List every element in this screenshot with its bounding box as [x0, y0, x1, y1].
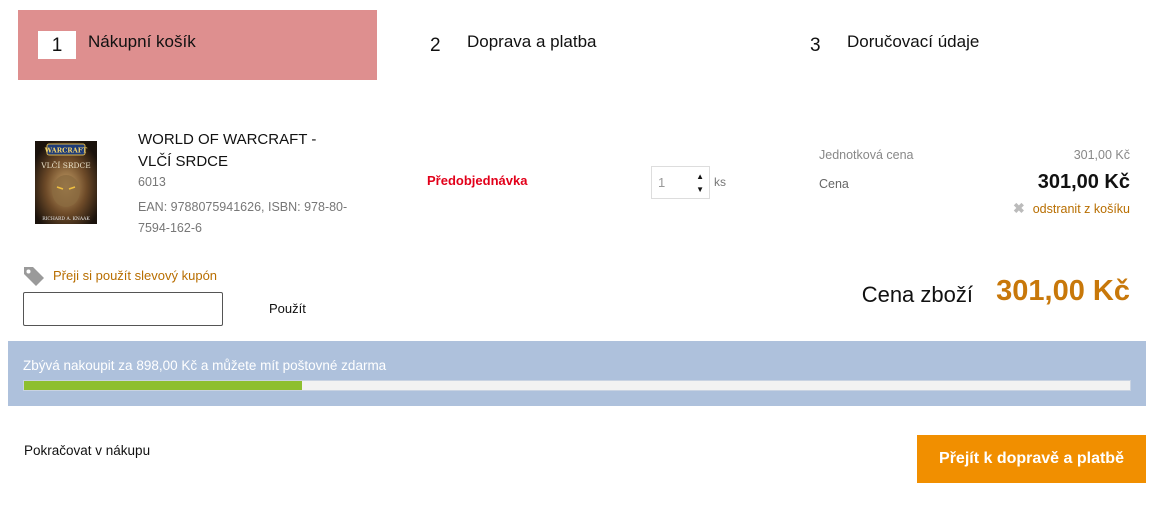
step-label: Nákupní košík — [88, 32, 196, 51]
product-code: 6013 — [138, 175, 166, 189]
product-cover-image[interactable]: WARCRAFT VLČÍ SRDCE RICHARD A. KNAAK — [35, 141, 97, 224]
product-ean-isbn: EAN: 9788075941626, ISBN: 978-80-7594-16… — [138, 200, 348, 235]
close-icon: ✖ — [1013, 200, 1025, 216]
quantity-input[interactable]: 1 — [658, 175, 665, 190]
unit-price-label: Jednotková cena — [819, 148, 914, 162]
free-shipping-progress-bar — [23, 380, 1131, 391]
cover-text-title: VLČÍ SRDCE — [40, 161, 91, 170]
free-shipping-panel: Zbývá nakoupit za 898,00 Kč a můžete mít… — [8, 341, 1146, 406]
step-number: 1 — [38, 31, 76, 59]
cover-text-author: RICHARD A. KNAAK — [42, 216, 90, 222]
step-shipping-payment[interactable]: 2 Doprava a platba — [420, 10, 760, 80]
total-value: 301,00 Kč — [996, 275, 1130, 307]
step-label: Doprava a platba — [467, 32, 597, 51]
apply-coupon-button[interactable]: Použít — [269, 301, 306, 316]
continue-shopping-link[interactable]: Pokračovat v nákupu — [24, 443, 150, 458]
price-label: Cena — [819, 177, 849, 191]
quantity-unit: ks — [714, 175, 726, 189]
coupon-toggle-link[interactable]: Přeji si použít slevový kupón — [53, 268, 217, 283]
increase-quantity-icon[interactable]: ▲ — [696, 173, 704, 181]
total-label: Cena zboží — [861, 282, 973, 307]
cover-text-brand: WARCRAFT — [44, 147, 88, 155]
availability-badge: Předobjednávka — [427, 173, 528, 188]
step-cart[interactable]: 1 Nákupní košík — [18, 10, 377, 80]
step-label: Doručovací údaje — [847, 32, 980, 51]
price-value: 301,00 Kč — [1037, 171, 1130, 193]
decrease-quantity-icon[interactable]: ▼ — [696, 186, 704, 194]
step-number: 2 — [430, 35, 441, 56]
product-title[interactable]: WORLD OF WARCRAFT - VLČÍ SRDCE — [138, 129, 338, 173]
coupon-code-input[interactable] — [23, 292, 223, 326]
remove-from-cart-link[interactable]: ✖ odstranit z košíku — [1013, 200, 1130, 217]
unit-price-value: 301,00 Kč — [1073, 148, 1130, 162]
free-shipping-progress-fill — [24, 381, 302, 390]
proceed-to-shipping-button[interactable]: Přejít k dopravě a platbě — [917, 435, 1146, 483]
step-number: 3 — [810, 35, 821, 56]
remove-label: odstranit z košíku — [1032, 202, 1130, 216]
tag-icon — [24, 267, 44, 286]
free-shipping-text: Zbývá nakoupit za 898,00 Kč a můžete mít… — [23, 358, 387, 373]
step-delivery-details[interactable]: 3 Doručovací údaje — [800, 10, 1140, 80]
quantity-stepper[interactable]: 1 ▲ ▼ — [651, 166, 710, 199]
